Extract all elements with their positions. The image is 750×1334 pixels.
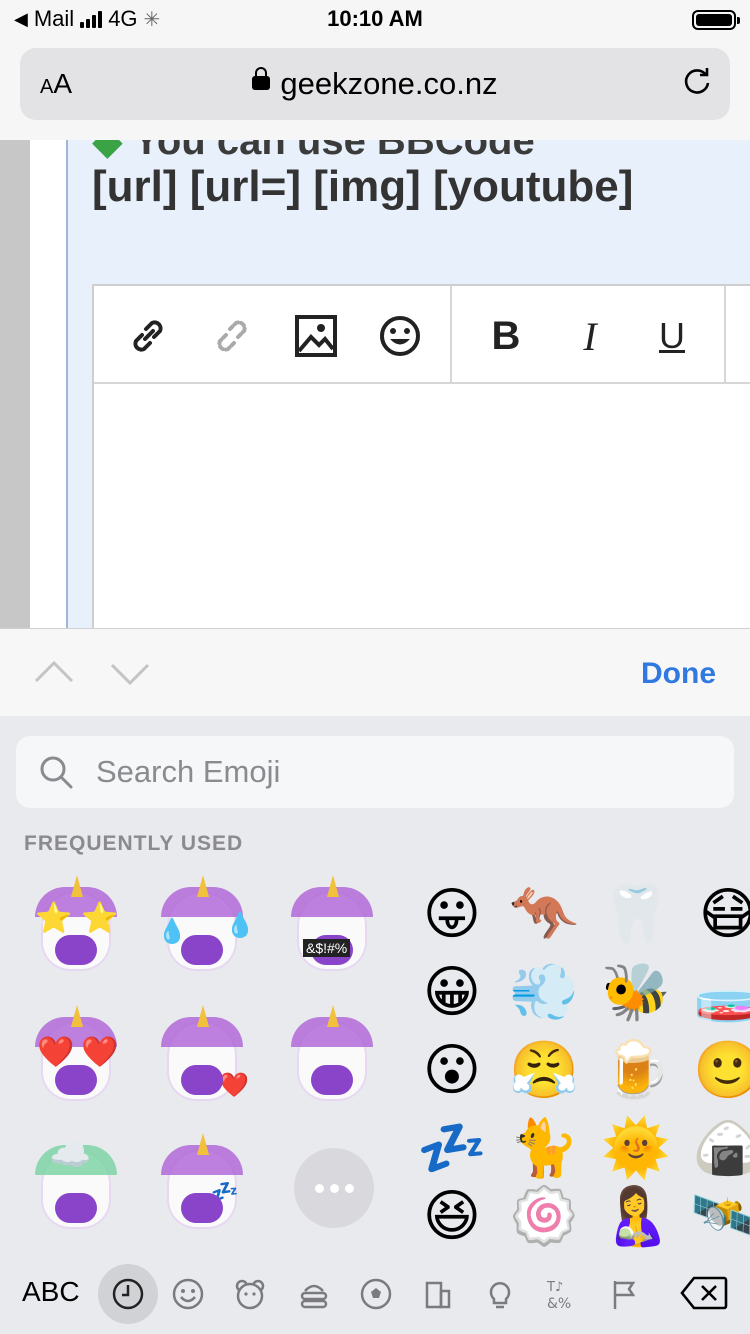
- emoji-cell[interactable]: 🦷: [598, 876, 674, 952]
- clock-icon[interactable]: [108, 1274, 148, 1314]
- emoji-category-bar: ABC T♪ &%: [0, 1256, 750, 1334]
- editor-toolbar: B I U: [94, 286, 750, 384]
- memoji-unicorn-tongue[interactable]: [291, 1005, 373, 1106]
- ball-icon[interactable]: [356, 1274, 396, 1314]
- emoji-cell[interactable]: 🛰️: [690, 1178, 750, 1254]
- toolbar-separator: [724, 286, 726, 382]
- memoji-unicorn-tears[interactable]: 💧 💧: [157, 875, 255, 976]
- bbcode-tags: [url] [url=] [img] [youtube]: [92, 162, 634, 211]
- reload-icon[interactable]: [682, 66, 712, 96]
- emoji-cell[interactable]: 😷: [690, 876, 750, 952]
- memoji-unicorn-star-eyes[interactable]: ⭐ ⭐: [35, 875, 118, 976]
- emoji-cell[interactable]: 🤱: [598, 1178, 674, 1254]
- unlink-icon[interactable]: [202, 306, 262, 366]
- browser-chrome: AA geekzone.co.nz: [0, 42, 750, 140]
- smiley-icon[interactable]: [168, 1274, 208, 1314]
- memoji-unicorn-mind-blown[interactable]: ☁️: [35, 1136, 117, 1234]
- search-icon: [40, 756, 73, 789]
- url-domain[interactable]: geekzone.co.nz: [20, 66, 730, 102]
- keyboard-accessory-bar: Done: [0, 628, 750, 717]
- page-sidebar: [0, 140, 30, 628]
- emoji-cell[interactable]: 😆: [414, 1178, 490, 1254]
- emoji-cell[interactable]: 🐈: [506, 1110, 582, 1186]
- link-icon[interactable]: [118, 306, 178, 366]
- bulb-icon[interactable]: [480, 1274, 520, 1314]
- bold-button[interactable]: B: [476, 306, 536, 366]
- web-content: ◆ You can use BBCode [url] [url=] [img] …: [0, 140, 750, 628]
- emoji-cell[interactable]: 🍥: [506, 1178, 582, 1254]
- emoji-search-input[interactable]: Search Emoji: [16, 736, 734, 808]
- emoji-keyboard: Search Emoji FREQUENTLY USED ⭐ ⭐ 💧 💧 &$!#%…: [0, 716, 750, 1334]
- more-stickers-button[interactable]: [294, 1148, 374, 1228]
- emoji-insert-icon[interactable]: [370, 306, 430, 366]
- chevron-up-icon[interactable]: [34, 653, 74, 693]
- post-editor[interactable]: B I U: [92, 284, 750, 628]
- building-icon[interactable]: [418, 1274, 458, 1314]
- done-button[interactable]: Done: [641, 657, 716, 691]
- url-bar[interactable]: AA geekzone.co.nz: [20, 48, 730, 120]
- bear-icon[interactable]: [230, 1274, 270, 1314]
- emoji-cell[interactable]: 🦘: [506, 876, 582, 952]
- lock-icon: [252, 66, 271, 90]
- underline-button[interactable]: U: [642, 306, 702, 366]
- image-icon[interactable]: [286, 306, 346, 366]
- food-icon[interactable]: [294, 1274, 334, 1314]
- symbols-icon[interactable]: T♪ &%: [542, 1274, 582, 1314]
- search-placeholder: Search Emoji: [96, 754, 281, 789]
- memoji-unicorn-kiss[interactable]: ❤️: [161, 1005, 249, 1106]
- emoji-cell[interactable]: 🙂: [690, 1032, 750, 1108]
- battery-icon: [692, 10, 740, 30]
- svg-text:T♪: T♪: [546, 1280, 563, 1295]
- emoji-cell[interactable]: 🧫: [690, 954, 750, 1030]
- memoji-unicorn-swearing[interactable]: &$!#%: [291, 875, 373, 976]
- memoji-unicorn-sleeping[interactable]: 💤: [161, 1133, 243, 1234]
- toolbar-separator: [450, 286, 452, 382]
- flag-icon[interactable]: [604, 1274, 644, 1314]
- status-bar: ◀ Mail 4G ✳ 10:10 AM: [0, 0, 750, 42]
- emoji-cell[interactable]: 😛: [414, 876, 490, 952]
- emoji-cell[interactable]: 😀: [414, 954, 490, 1030]
- emoji-cell[interactable]: 💨: [506, 954, 582, 1030]
- emoji-cell[interactable]: 😮: [414, 1032, 490, 1108]
- abc-keyboard-button[interactable]: ABC: [22, 1276, 80, 1308]
- italic-button[interactable]: I: [560, 306, 620, 366]
- section-label: FREQUENTLY USED: [24, 832, 244, 855]
- bbcode-hint-cut: ◆ You can use BBCode: [92, 140, 535, 163]
- emoji-cell[interactable]: 😤: [506, 1032, 582, 1108]
- emoji-cell[interactable]: 🐝: [598, 954, 674, 1030]
- chevron-down-icon[interactable]: [110, 653, 150, 693]
- delete-icon[interactable]: [680, 1276, 728, 1310]
- emoji-cell[interactable]: 🍺: [598, 1032, 674, 1108]
- emoji-cell[interactable]: 💤: [414, 1110, 490, 1186]
- memoji-unicorn-heart-eyes[interactable]: ❤️ ❤️: [35, 1005, 118, 1106]
- emoji-cell[interactable]: 🌞: [598, 1110, 674, 1186]
- status-time: 10:10 AM: [327, 6, 423, 31]
- emoji-cell[interactable]: 🍙: [690, 1110, 750, 1186]
- svg-text:&%: &%: [547, 1296, 571, 1311]
